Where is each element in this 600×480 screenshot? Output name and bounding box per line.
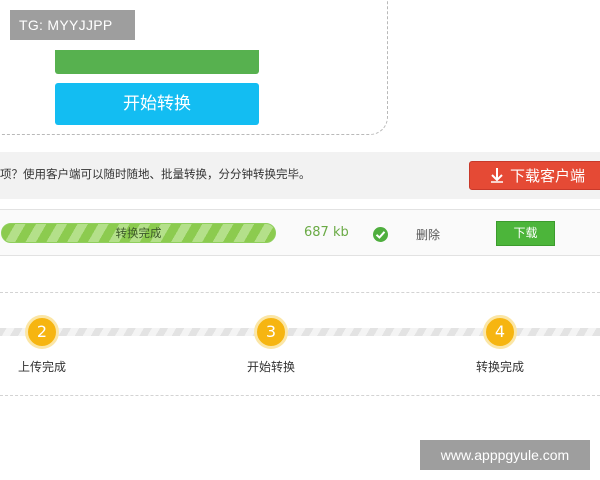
- start-convert-button[interactable]: 开始转换: [55, 83, 259, 125]
- step-upload-complete: 2 上传完成: [2, 315, 82, 375]
- step-label: 开始转换: [246, 360, 295, 374]
- steps-indicator: 2 上传完成 3 开始转换 4 转换完成: [0, 292, 600, 396]
- step-label: 转换完成: [475, 360, 524, 374]
- watermark-bottom: www.apppgyule.com: [420, 440, 590, 470]
- file-row: 转换完成 687 kb 删除 下载: [0, 209, 600, 256]
- promo-text: 项？使用客户端可以随时随地、批量转换，分分钟转换完毕。: [0, 167, 311, 181]
- check-icon: [373, 227, 388, 242]
- step-number: 3: [254, 315, 288, 349]
- promo-bar: 项？使用客户端可以随时随地、批量转换，分分钟转换完毕。 下载客户端: [0, 152, 600, 199]
- step-number: 4: [483, 315, 517, 349]
- delete-link[interactable]: 删除: [416, 226, 440, 243]
- step-start-convert: 3 开始转换: [231, 315, 311, 375]
- file-size: 687 kb: [304, 225, 349, 240]
- step-label: 上传完成: [17, 360, 66, 374]
- download-arrow-icon: [490, 162, 504, 189]
- select-file-button[interactable]: [55, 50, 259, 74]
- step-number: 2: [25, 315, 59, 349]
- download-client-button[interactable]: 下载客户端: [469, 161, 600, 190]
- download-button[interactable]: 下载: [496, 221, 555, 246]
- conversion-progress-bar: 转换完成: [1, 223, 276, 243]
- step-convert-complete: 4 转换完成: [460, 315, 540, 375]
- download-client-label: 下载客户端: [510, 167, 586, 185]
- progress-status: 转换完成: [115, 226, 162, 240]
